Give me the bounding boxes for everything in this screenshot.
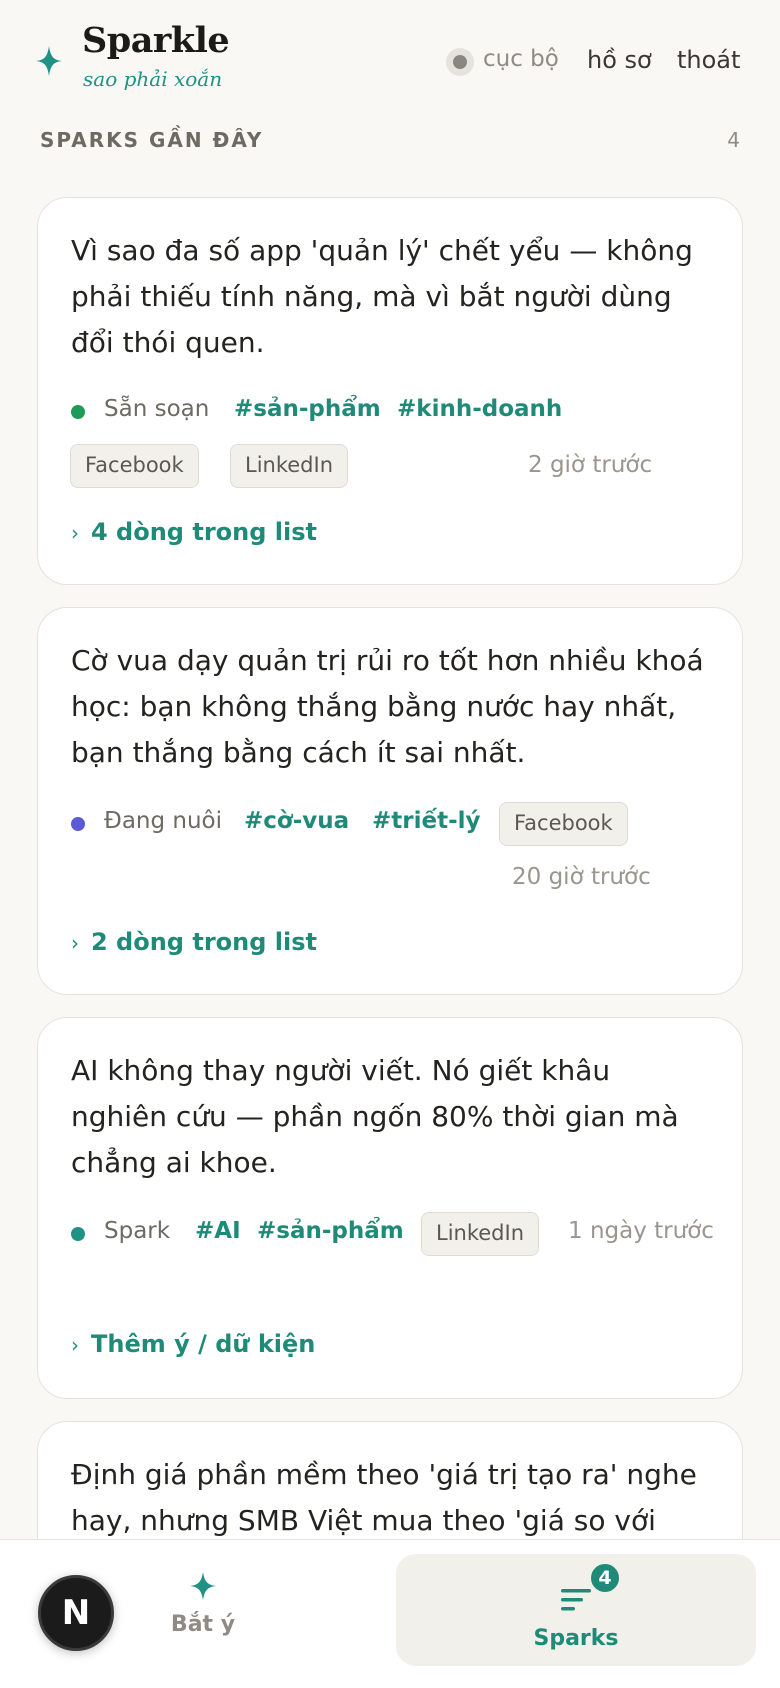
bottom-tab-bar: N Bắt ý 4 Sparks — [0, 1539, 780, 1688]
profile-link[interactable]: hồ sơ — [587, 46, 652, 74]
spark-text: AI không thay người viết. Nó giết khâu n… — [71, 1054, 679, 1179]
tag-link[interactable]: #kinh-doanh — [397, 396, 562, 422]
expand-toggle[interactable]: › Thêm ý / dữ kiện — [71, 1330, 315, 1358]
brand-tagline: sao phải xoắn — [83, 67, 223, 91]
spark-text: Định giá phần mềm theo 'giá trị tạo ra' … — [71, 1458, 697, 1537]
spark-card[interactable]: Vì sao đa số app 'quản lý' chết yểu — kh… — [37, 197, 743, 585]
user-avatar[interactable]: N — [38, 1575, 114, 1651]
local-status-icon[interactable] — [446, 48, 474, 76]
logout-link[interactable]: thoát — [677, 46, 740, 74]
sparkle-logo-icon — [36, 46, 62, 76]
tab-sparks[interactable]: 4 Sparks — [396, 1554, 756, 1666]
tag-link[interactable]: #triết-lý — [372, 808, 481, 834]
status-label: Sẵn soạn — [104, 396, 210, 422]
channel-chip[interactable]: Facebook — [70, 444, 199, 488]
sparks-count-badge: 4 — [588, 1561, 622, 1595]
status-dot — [71, 817, 85, 831]
status-dot — [71, 1227, 85, 1241]
tag-link[interactable]: #cờ-vua — [244, 808, 349, 834]
sparkle-star-icon[interactable] — [188, 1570, 218, 1602]
tag-link[interactable]: #AI — [195, 1218, 241, 1244]
chevron-right-icon: › — [71, 521, 79, 545]
timestamp: 1 ngày trước — [568, 1218, 714, 1244]
channel-chip[interactable]: LinkedIn — [230, 444, 349, 488]
status-label: Spark — [104, 1218, 171, 1244]
expand-label: 4 dòng trong list — [91, 518, 317, 546]
tag-link[interactable]: #sản-phẩm — [234, 396, 381, 422]
timestamp: 2 giờ trước — [528, 452, 653, 478]
app-header: Sparkle sao phải xoắn cục bộ hồ sơ thoát — [0, 0, 780, 120]
section-title: SPARKS GẦN ĐÂY — [40, 128, 264, 152]
tag-link[interactable]: #sản-phẩm — [257, 1218, 404, 1244]
tab-capture[interactable]: Bắt ý — [150, 1612, 256, 1637]
spark-card[interactable]: AI không thay người viết. Nó giết khâu n… — [37, 1017, 743, 1399]
expand-toggle[interactable]: › 2 dòng trong list — [71, 928, 317, 956]
expand-toggle[interactable]: › 4 dòng trong list — [71, 518, 317, 546]
status-label: Đang nuôi — [104, 808, 223, 834]
status-dot — [71, 405, 85, 419]
brand-name: Sparkle — [82, 20, 230, 61]
spark-text: Vì sao đa số app 'quản lý' chết yểu — kh… — [71, 234, 693, 359]
list-lines-icon — [561, 1589, 591, 1611]
expand-label: 2 dòng trong list — [91, 928, 317, 956]
channel-chip[interactable]: LinkedIn — [421, 1212, 540, 1256]
channel-chip[interactable]: Facebook — [499, 802, 628, 846]
chevron-right-icon: › — [71, 1333, 79, 1357]
timestamp: 20 giờ trước — [512, 864, 651, 890]
spark-card[interactable]: Cờ vua dạy quản trị rủi ro tốt hơn nhiều… — [37, 607, 743, 995]
local-status-label[interactable]: cục bộ — [483, 46, 559, 72]
spark-text: Cờ vua dạy quản trị rủi ro tốt hơn nhiều… — [71, 644, 704, 769]
chevron-right-icon: › — [71, 931, 79, 955]
section-count: 4 — [727, 128, 740, 152]
tab-sparks-label: Sparks — [533, 1626, 619, 1651]
expand-label: Thêm ý / dữ kiện — [91, 1330, 316, 1358]
